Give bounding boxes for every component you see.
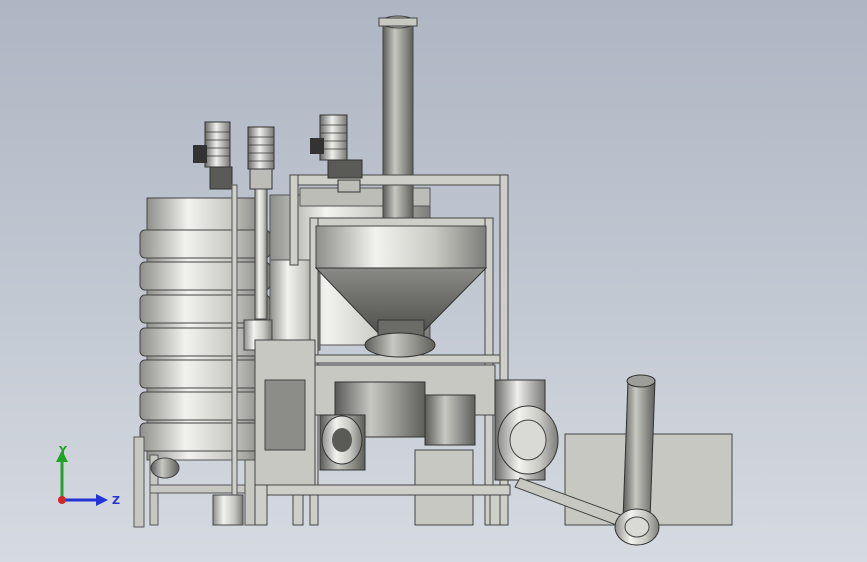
machine-assembly-model[interactable] (0, 0, 867, 562)
transfer-pipe (231, 184, 238, 516)
z-axis-label: Z (112, 494, 120, 507)
agitator-motor-1[interactable] (193, 121, 233, 190)
z-axis-arrow-icon (96, 494, 108, 506)
mixing-tank-left[interactable] (133, 197, 271, 528)
y-axis-label: Y (58, 444, 68, 457)
exhaust-pipe[interactable] (378, 15, 418, 223)
cad-viewport[interactable]: Y Z (0, 0, 867, 562)
drive-motor-right[interactable] (494, 379, 559, 481)
tank-outlet (150, 457, 180, 479)
coordinate-triad: Y Z (56, 444, 120, 507)
x-axis-dot-icon (58, 496, 66, 504)
